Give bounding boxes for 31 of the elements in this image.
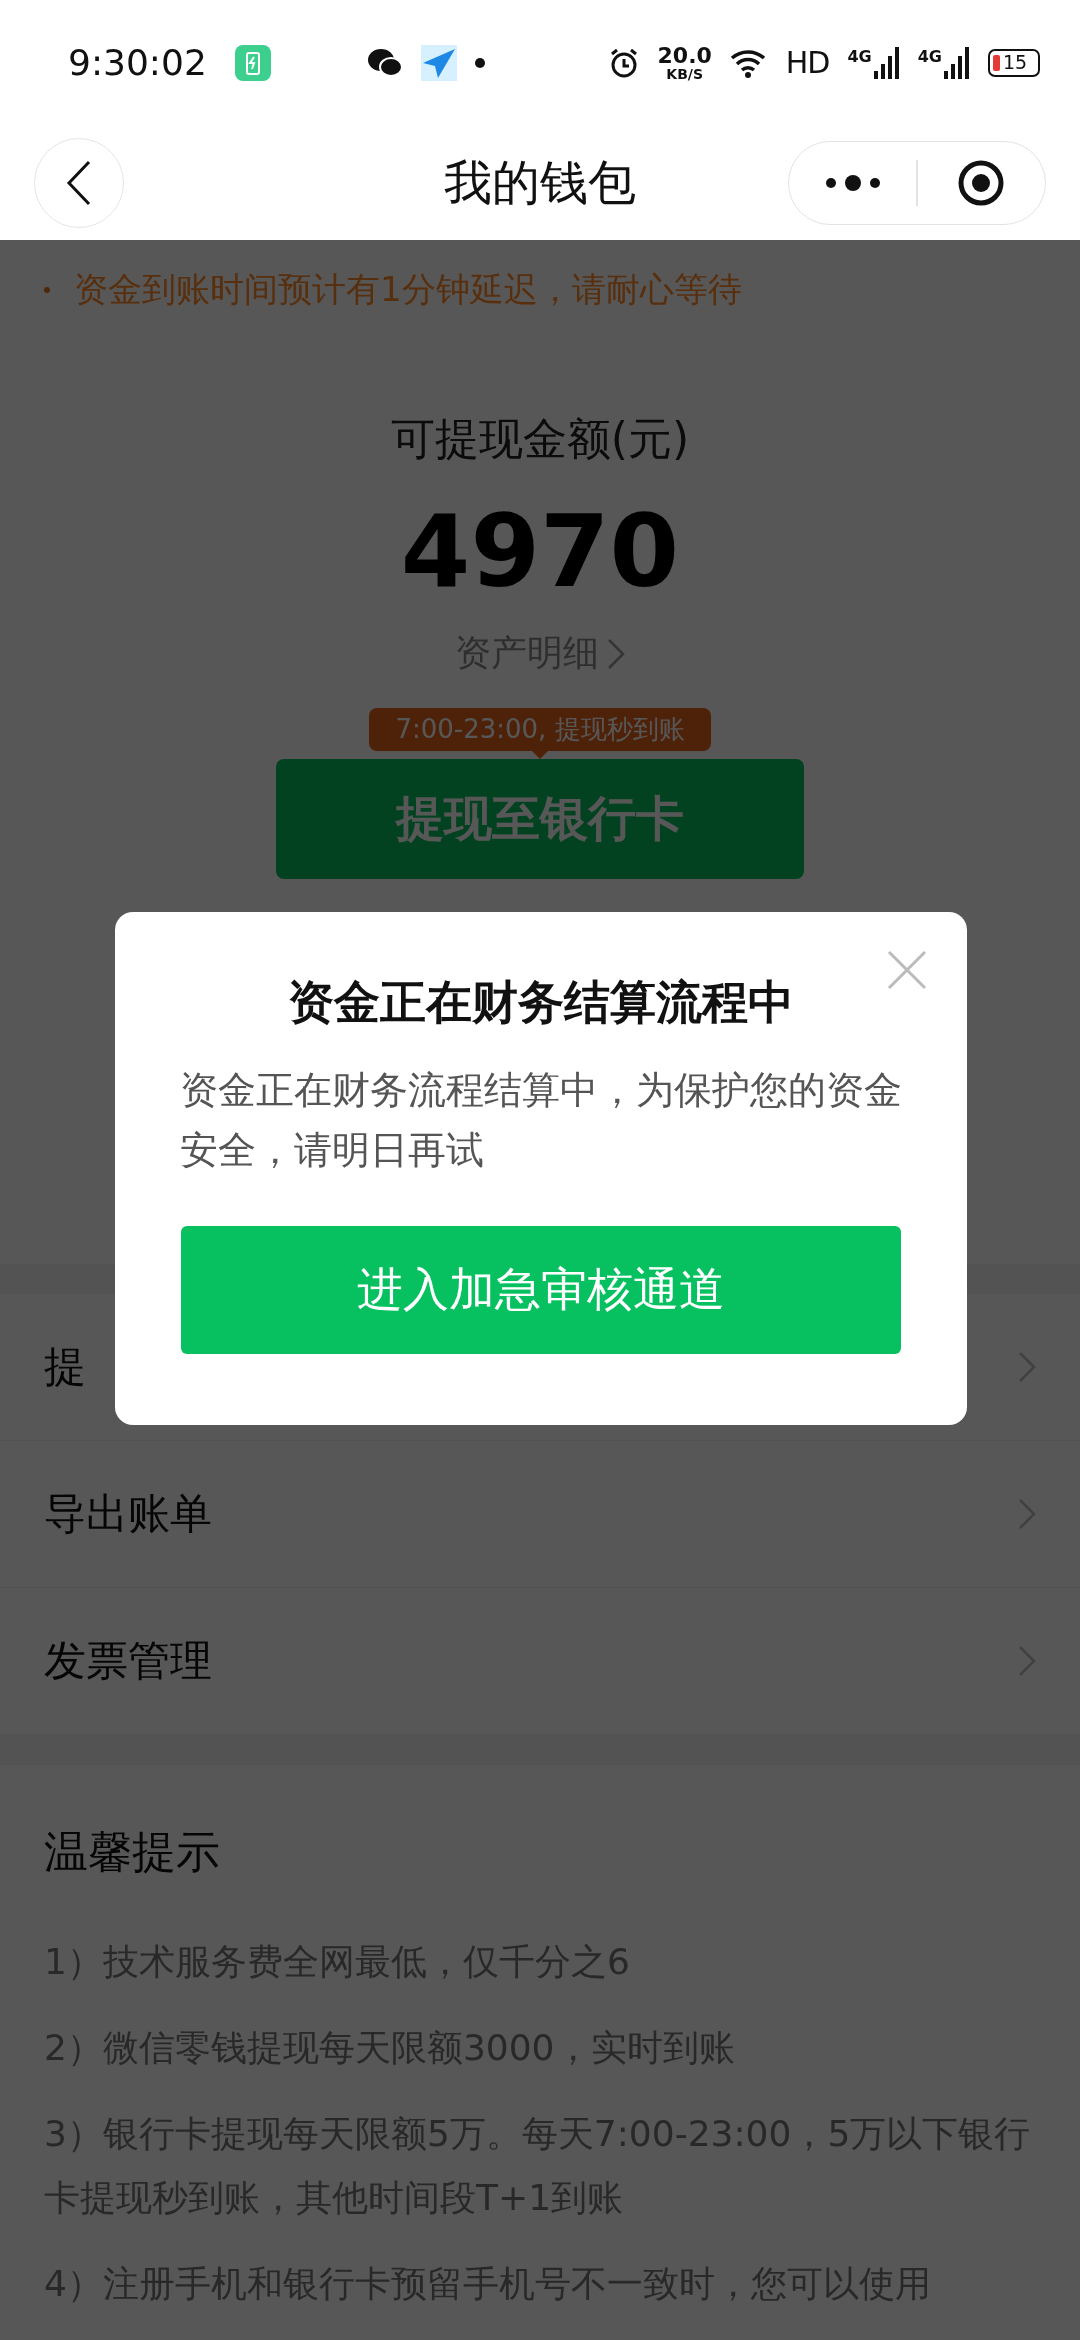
chevron-left-icon (66, 159, 92, 206)
target-circle-icon (957, 158, 1006, 207)
dot-icon (474, 57, 485, 68)
dialog-message: 资金正在财务流程结算中，为保护您的资金安全，请明日再试 (180, 1067, 902, 1174)
network-type: 4G (847, 46, 872, 66)
chevron-icon (607, 637, 625, 670)
page-title: 我的钱包 (444, 152, 636, 212)
paper-plane-icon (420, 44, 457, 81)
tips-title: 温馨提示 (44, 1825, 221, 1879)
withdraw-button[interactable]: 提现至银行卡 (276, 759, 804, 879)
network-type: 4G (917, 46, 942, 66)
bullet-icon (44, 287, 50, 293)
menu-label: 导出账单 (44, 1488, 212, 1540)
signal-icon (873, 46, 900, 79)
network-speed-unit: KB/S (666, 66, 703, 81)
battery-charging-icon (234, 44, 271, 81)
balance-label: 可提现金额(元) (390, 412, 690, 466)
expedite-review-button[interactable]: 进入加急审核通道 (181, 1226, 901, 1354)
status-time: 9:30:02 (68, 42, 207, 83)
wifi-icon (729, 47, 768, 78)
more-icon (824, 174, 881, 191)
signal-icon (944, 46, 970, 79)
menu-label: 提 (44, 1341, 86, 1393)
notice-text: 资金到账时间预计有1分钟延迟，请耐心等待 (74, 268, 742, 311)
hd-indicator: HD (785, 45, 830, 80)
menu-label: 发票管理 (44, 1635, 212, 1687)
menu-item[interactable]: 导出账单 (0, 1441, 1080, 1588)
battery-indicator: 15 (988, 48, 1040, 77)
balance-amount: 4970 (400, 497, 680, 607)
network-speed: 20.0 (657, 44, 712, 67)
dialog-title: 资金正在财务结算流程中 (288, 974, 794, 1031)
